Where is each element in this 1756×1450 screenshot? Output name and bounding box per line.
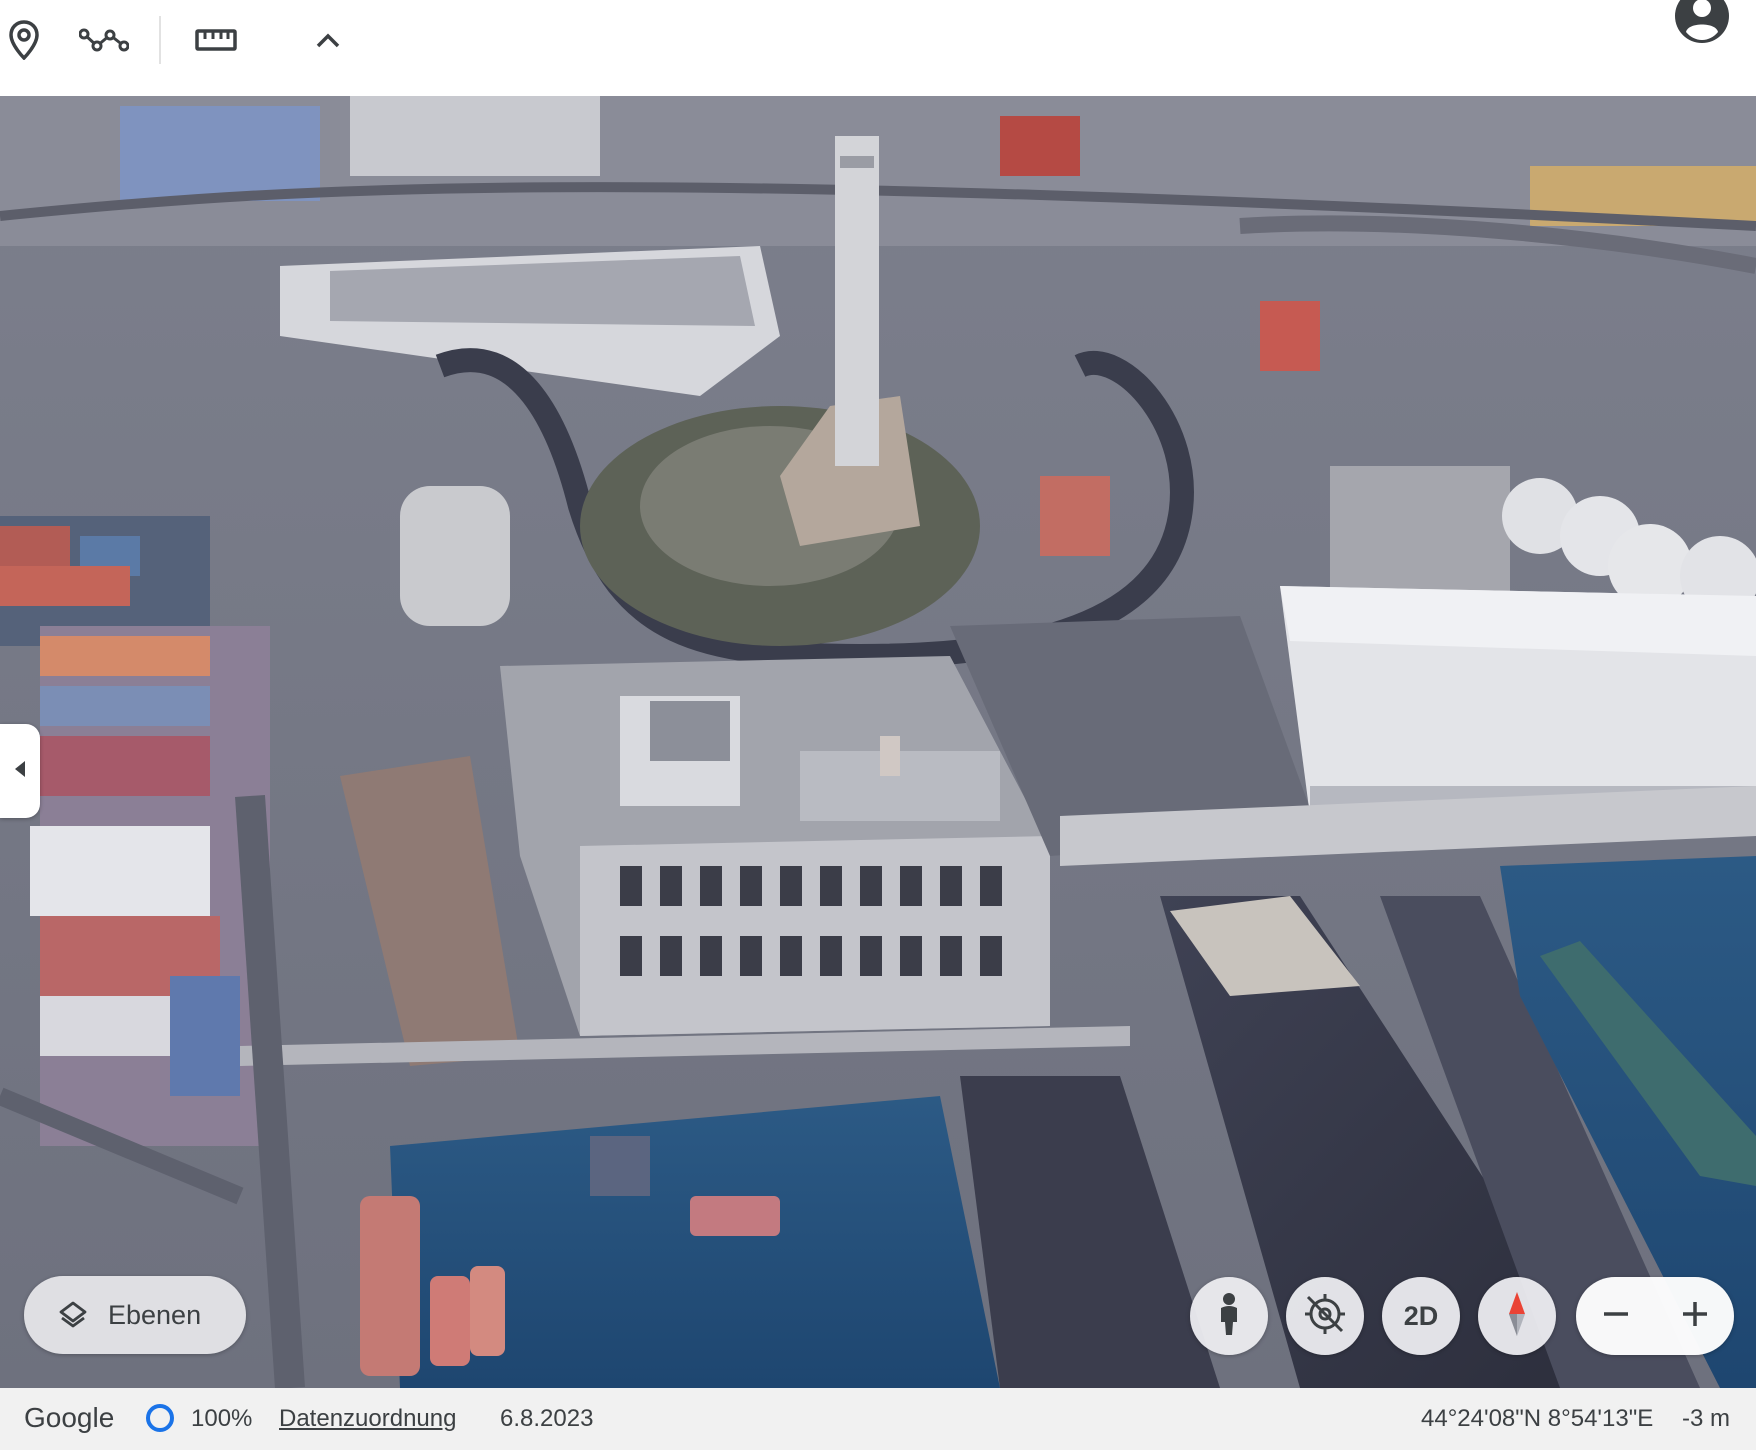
measure-button[interactable]: [186, 12, 246, 72]
ruler-icon: [195, 28, 237, 57]
map-view[interactable]: [0, 96, 1756, 1388]
plus-icon: [1680, 1299, 1710, 1334]
chevron-up-icon: [314, 31, 342, 54]
zoom-out-button[interactable]: [1576, 1277, 1655, 1355]
status-bar: Google 100% Datenzuordnung 6.8.2023 44°2…: [0, 1388, 1756, 1450]
compass-button[interactable]: [1478, 1277, 1556, 1355]
top-toolbar: [0, 0, 1756, 96]
imagery-date: 6.8.2023: [500, 1405, 594, 1432]
google-logo: Google: [24, 1402, 115, 1433]
account-circle-icon: [1674, 0, 1730, 51]
account-button[interactable]: [1670, 0, 1734, 48]
add-path-button[interactable]: [74, 12, 134, 72]
aerial-imagery: [0, 96, 1756, 1388]
side-panel-toggle-button[interactable]: [0, 724, 40, 818]
tilt-reset-icon: [1302, 1291, 1348, 1342]
street-view-button[interactable]: [1190, 1277, 1268, 1355]
blue-building: [120, 106, 320, 201]
zoom-in-button[interactable]: [1655, 1277, 1734, 1355]
location-pin-icon: [8, 19, 40, 65]
pegman-icon: [1214, 1292, 1244, 1341]
attribution-link[interactable]: Datenzuordnung: [279, 1405, 456, 1433]
layers-button-label: Ebenen: [108, 1299, 202, 1330]
path-icon: [78, 26, 130, 59]
tilt-reset-button[interactable]: [1286, 1277, 1364, 1355]
compass-icon: [1505, 1290, 1529, 1343]
altitude-readout: -3 m: [1682, 1405, 1730, 1432]
loading-percent: 100%: [191, 1405, 253, 1432]
layers-button[interactable]: Ebenen: [24, 1276, 246, 1354]
collapse-toolbar-button[interactable]: [298, 12, 358, 72]
toolbar-divider: [159, 16, 161, 64]
layers-icon: [58, 1300, 88, 1330]
zoom-controls: [1576, 1277, 1734, 1355]
loading-ring-icon: [144, 1402, 176, 1441]
view-mode-label: 2D: [1403, 1300, 1439, 1331]
view-mode-2d-button[interactable]: 2D: [1382, 1277, 1460, 1355]
add-placemark-button[interactable]: [0, 12, 54, 72]
chevron-left-icon: [13, 759, 27, 784]
lighthouse-tower: [835, 136, 879, 466]
coordinates-readout: 44°24'08"N 8°54'13"E: [1421, 1405, 1654, 1432]
minus-icon: [1601, 1299, 1631, 1334]
